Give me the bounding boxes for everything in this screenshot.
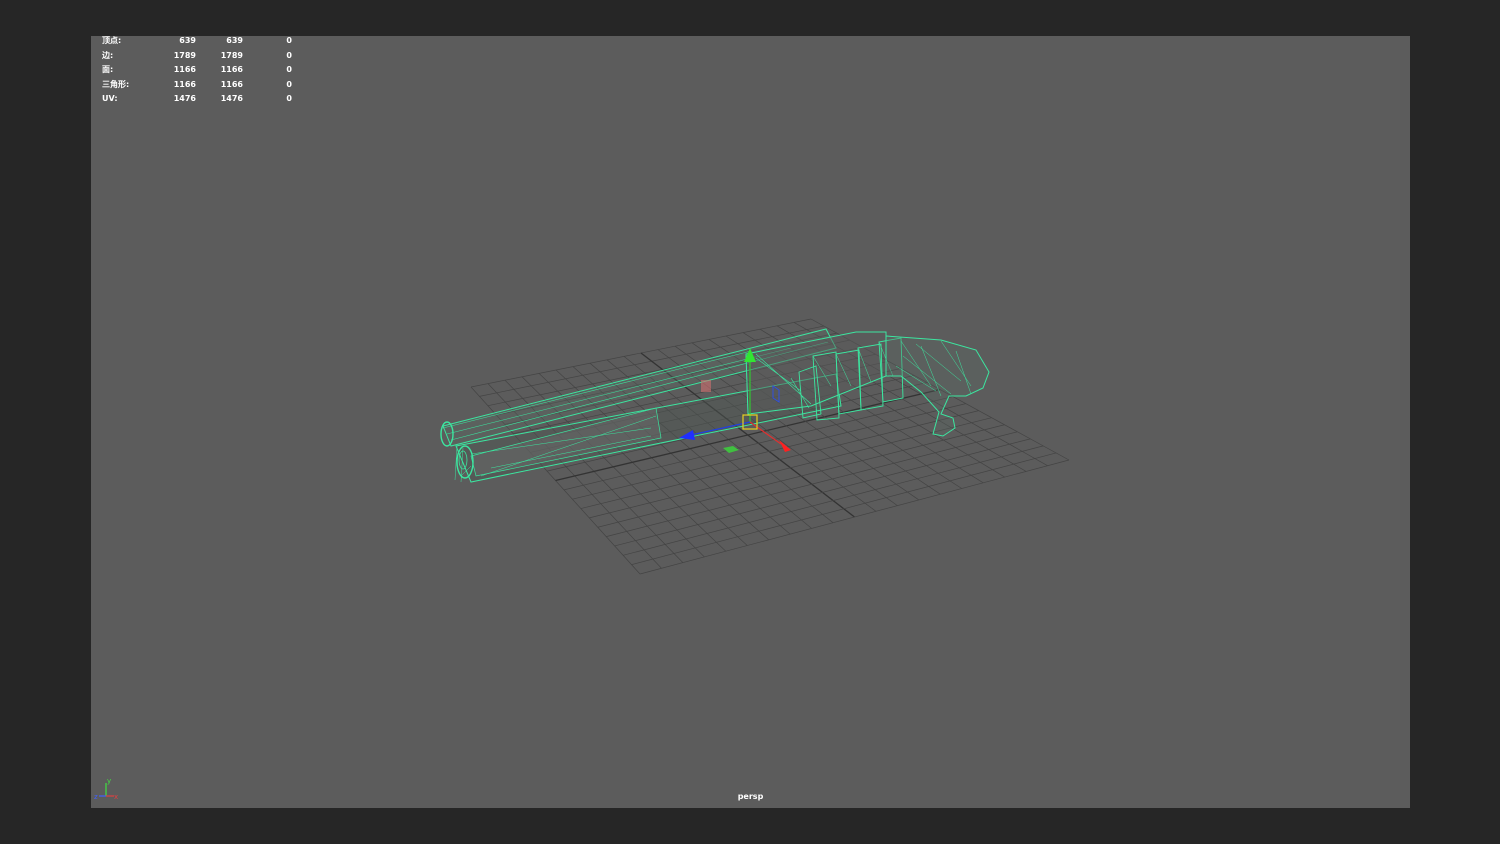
- x-axis-handle[interactable]: [779, 440, 791, 452]
- axis-label-y: y: [107, 777, 111, 785]
- xz-plane-handle[interactable]: [723, 446, 739, 453]
- shotgun-wireframe-model[interactable]: [440, 328, 990, 483]
- perspective-viewport[interactable]: 顶点: 639 639 0 边: 1789 1789 0 面: 1166 116…: [91, 36, 1410, 808]
- grid-line: [639, 459, 1070, 575]
- xy-plane-handle[interactable]: [701, 380, 711, 392]
- camera-name-label: persp: [737, 792, 764, 801]
- 3d-scene[interactable]: [91, 36, 1410, 808]
- grid-line: [614, 438, 1031, 547]
- view-axis-indicator: y x z: [94, 777, 118, 801]
- grid-line: [623, 445, 1044, 556]
